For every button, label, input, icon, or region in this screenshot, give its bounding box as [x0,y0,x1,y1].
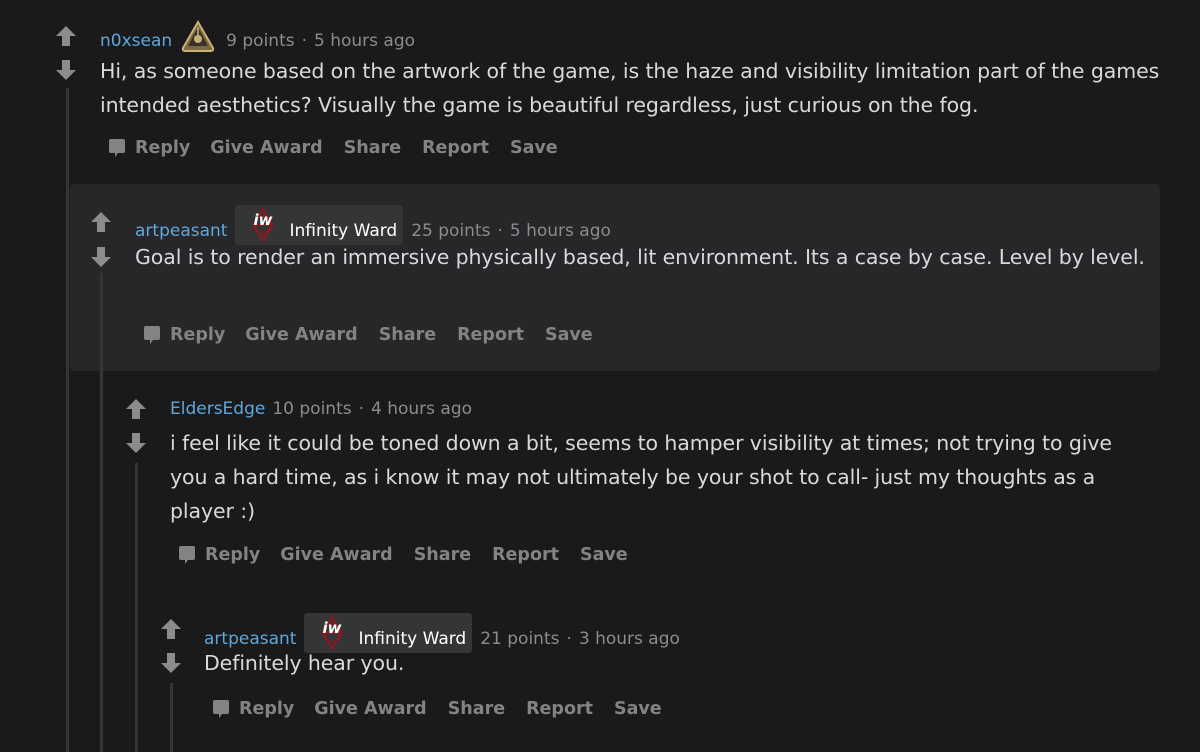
points: 10 points [272,399,352,419]
separator: · [358,399,364,419]
comment-body: Goal is to render an immersive physicall… [135,245,1145,269]
report-button[interactable]: Report [422,138,489,158]
speech-bubble-icon [177,545,197,565]
reply-button[interactable]: Reply [142,325,225,345]
upvote-arrow-icon[interactable] [89,210,113,234]
save-button[interactable]: Save [545,325,593,345]
timestamp[interactable]: 5 hours ago [314,30,415,52]
upvote-arrow-icon[interactable] [159,617,183,641]
downvote-arrow-icon[interactable] [124,431,148,455]
flair-text: Infinity Ward [289,221,398,241]
speech-bubble-icon [107,138,127,158]
gold-award-icon[interactable] [180,19,216,54]
upvote-arrow-icon[interactable] [124,397,148,421]
downvote-arrow-icon[interactable] [54,58,78,82]
reply-button[interactable]: Reply [107,138,190,158]
author-link[interactable]: EldersEdge [170,398,265,420]
share-button[interactable]: Share [448,699,505,719]
comment-meta: n0xsean 9 points · 5 hours ago [100,19,415,58]
report-button[interactable]: Report [526,699,593,719]
timestamp[interactable]: 4 hours ago [371,398,472,420]
report-button[interactable]: Report [492,545,559,565]
save-button[interactable]: Save [580,545,628,565]
vote-column [89,210,113,269]
comment-actions: Reply Give Award Share Report Save [107,138,579,158]
give-award-button[interactable]: Give Award [210,138,322,158]
thread-line-level-3[interactable] [135,463,138,752]
speech-bubble-icon [142,325,162,345]
timestamp[interactable]: 5 hours ago [510,220,611,242]
author-link[interactable]: n0xsean [100,30,172,52]
vote-column [124,397,148,455]
comment-actions: Reply Give Award Share Report Save [142,325,614,345]
vote-column [159,617,183,675]
comment-actions: Reply Give Award Share Report Save [211,699,683,719]
speech-bubble-icon [211,699,231,719]
save-button[interactable]: Save [510,138,558,158]
give-award-button[interactable]: Give Award [314,699,426,719]
comment-meta: EldersEdge 10 points · 4 hours ago [170,398,472,420]
thread-line-level-1[interactable] [66,88,69,752]
comment-body: Hi, as someone based on the artwork of t… [100,59,1160,117]
share-button[interactable]: Share [379,325,436,345]
points: 25 points [411,221,491,241]
thread-line-level-2[interactable] [100,273,103,752]
upvote-arrow-icon[interactable] [54,24,78,48]
infinity-ward-logo-icon [243,208,283,242]
separator: · [497,221,503,241]
reply-button[interactable]: Reply [211,699,294,719]
reply-label: Reply [170,325,226,345]
reply-label: Reply [205,545,261,565]
author-link[interactable]: artpeasant [135,220,227,242]
user-flair: Infinity Ward [235,205,404,245]
comment-body: i feel like it could be toned down a bit… [170,431,1112,523]
save-button[interactable]: Save [614,699,662,719]
reply-label: Reply [135,138,191,158]
share-button[interactable]: Share [344,138,401,158]
report-button[interactable]: Report [457,325,524,345]
points: 9 points [226,31,295,51]
downvote-arrow-icon[interactable] [159,651,183,675]
comment-body: Definitely hear you. [204,651,405,675]
reply-button[interactable]: Reply [177,545,260,565]
give-award-button[interactable]: Give Award [245,325,357,345]
separator: · [301,31,308,51]
thread-line-level-4[interactable] [170,683,173,752]
infinity-ward-logo-icon [312,616,352,650]
downvote-arrow-icon[interactable] [89,245,113,269]
vote-column [54,24,78,82]
reply-label: Reply [239,699,295,719]
share-button[interactable]: Share [414,545,471,565]
comment-actions: Reply Give Award Share Report Save [177,545,649,565]
give-award-button[interactable]: Give Award [280,545,392,565]
